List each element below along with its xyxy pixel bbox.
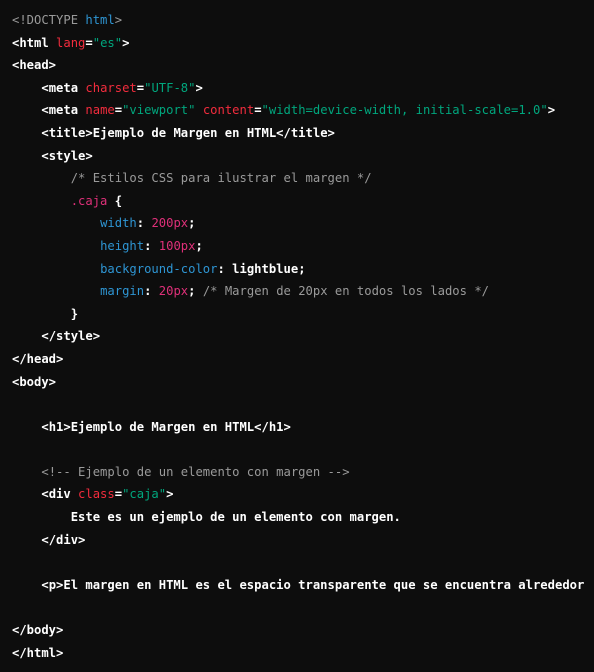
- lang-attr: lang: [56, 35, 86, 50]
- tag-close-token: >: [547, 103, 556, 118]
- meta-tag: <meta: [41, 80, 86, 95]
- css-property-height: height: [100, 238, 145, 253]
- content-attr: content: [202, 103, 255, 118]
- code-line-19: <h1>Ejemplo de Margen en HTML</h1>: [12, 416, 594, 439]
- html-open-tag: <html: [12, 35, 57, 50]
- div-open-tag: <div: [41, 487, 79, 502]
- equals-token: =: [254, 103, 262, 118]
- doctype-close-token: >: [114, 13, 123, 27]
- css-property-margin: margin: [100, 284, 145, 299]
- title-text: Ejemplo de Margen en HTML: [92, 125, 277, 140]
- code-line-15: </style>: [12, 325, 594, 348]
- div-close-tag: </div>: [41, 532, 86, 547]
- head-close-tag: </head>: [12, 351, 64, 366]
- code-line-1: <!DOCTYPE html>: [12, 9, 594, 32]
- colon-token: :: [144, 238, 159, 253]
- code-line-10: width: 200px;: [12, 212, 594, 235]
- semicolon-token: ;: [188, 216, 196, 231]
- code-line-12: background-color: lightblue;: [12, 258, 594, 281]
- semicolon-token: ;: [188, 284, 203, 299]
- class-attr: class: [78, 487, 115, 502]
- code-line-2: <html lang="es">: [12, 32, 594, 55]
- code-line-23: Este es un ejemplo de un elemento con ma…: [12, 506, 594, 529]
- code-line-26: <p>El margen en HTML es el espacio trans…: [12, 574, 594, 597]
- css-property-width: width: [100, 216, 137, 231]
- doctype-token: <!DOCTYPE: [12, 13, 86, 27]
- html-close-tag: </html>: [12, 645, 64, 660]
- code-line-6: <title>Ejemplo de Margen en HTML</title>: [12, 122, 594, 145]
- tag-close-token: >: [195, 80, 203, 95]
- colon-token: :: [136, 216, 152, 231]
- code-line-11: height: 100px;: [12, 235, 594, 258]
- semicolon-token: ;: [195, 238, 203, 253]
- body-open-tag: <body>: [12, 374, 57, 389]
- code-block: <!DOCTYPE html> <html lang="es"> <head> <m…: [0, 0, 594, 672]
- code-line-13: margin: 20px; /* Margen de 20px en todos…: [12, 280, 594, 303]
- brace-close: }: [70, 306, 79, 321]
- colon-token: :: [217, 261, 233, 276]
- code-line-22: <div class="caja">: [12, 483, 594, 506]
- brace-open: {: [107, 193, 123, 208]
- css-selector: .caja: [70, 193, 108, 208]
- equals-token: =: [114, 103, 123, 118]
- charset-attr: charset: [85, 80, 137, 95]
- code-line-4: <meta charset="UTF-8">: [12, 77, 594, 100]
- code-line-16: </head>: [12, 348, 594, 371]
- code-line-28: </body>: [12, 619, 594, 642]
- css-value-background-color: lightblue: [232, 261, 299, 276]
- style-open-tag: <style>: [41, 148, 93, 163]
- code-line-29: </html>: [12, 642, 594, 665]
- equals-token: =: [136, 80, 145, 95]
- code-line-5: <meta name="viewport" content="width=dev…: [12, 99, 594, 122]
- lang-value: "es": [92, 35, 123, 50]
- equals-token: =: [114, 487, 123, 502]
- style-close-tag: </style>: [41, 329, 101, 344]
- h1-element: <h1>Ejemplo de Margen en HTML</h1>: [41, 419, 291, 434]
- css-value-height: 100px: [158, 238, 196, 253]
- div-text: Este es un ejemplo de un elemento con ma…: [70, 510, 401, 525]
- name-value: "viewport": [122, 103, 196, 118]
- paragraph-element: <p>El margen en HTML es el espacio trans…: [41, 577, 585, 592]
- title-close-tag: </title>: [276, 125, 335, 140]
- css-inline-comment: /* Margen de 20px en todos los lados */: [202, 284, 489, 299]
- title-open-tag: <title>: [41, 125, 93, 140]
- name-attr: name: [85, 103, 115, 118]
- code-line-21: <!-- Ejemplo de un elemento con margen -…: [12, 461, 594, 484]
- css-value-width: 200px: [151, 216, 189, 231]
- meta-tag: <meta: [41, 103, 86, 118]
- head-open-tag: <head>: [12, 58, 57, 73]
- charset-value: "UTF-8": [144, 80, 196, 95]
- colon-token: :: [144, 284, 159, 299]
- content-value: "width=device-width, initial-scale=1.0": [261, 103, 548, 118]
- class-value: "caja": [122, 487, 167, 502]
- code-line-17: <body>: [12, 371, 594, 394]
- css-property-background-color: background-color: [100, 261, 218, 276]
- code-line-3: <head>: [12, 54, 594, 77]
- tag-close-token: >: [166, 487, 174, 502]
- code-line-14: }: [12, 303, 594, 326]
- code-line-24: </div>: [12, 529, 594, 552]
- code-line-9: .caja {: [12, 190, 594, 213]
- semicolon-token: ;: [298, 261, 306, 276]
- body-close-tag: </body>: [12, 623, 64, 638]
- css-value-margin: 20px: [158, 284, 189, 299]
- code-line-8: /* Estilos CSS para ilustrar el margen *…: [12, 167, 594, 190]
- html-comment: <!-- Ejemplo de un elemento con margen -…: [41, 464, 350, 479]
- equals-token: =: [85, 35, 93, 50]
- css-comment: /* Estilos CSS para ilustrar el margen *…: [70, 171, 372, 186]
- tag-close-token: >: [122, 35, 130, 50]
- code-content: <!DOCTYPE html> <html lang="es"> <head> <m…: [0, 0, 594, 664]
- code-line-7: <style>: [12, 145, 594, 168]
- doctype-html-token: html: [85, 13, 115, 27]
